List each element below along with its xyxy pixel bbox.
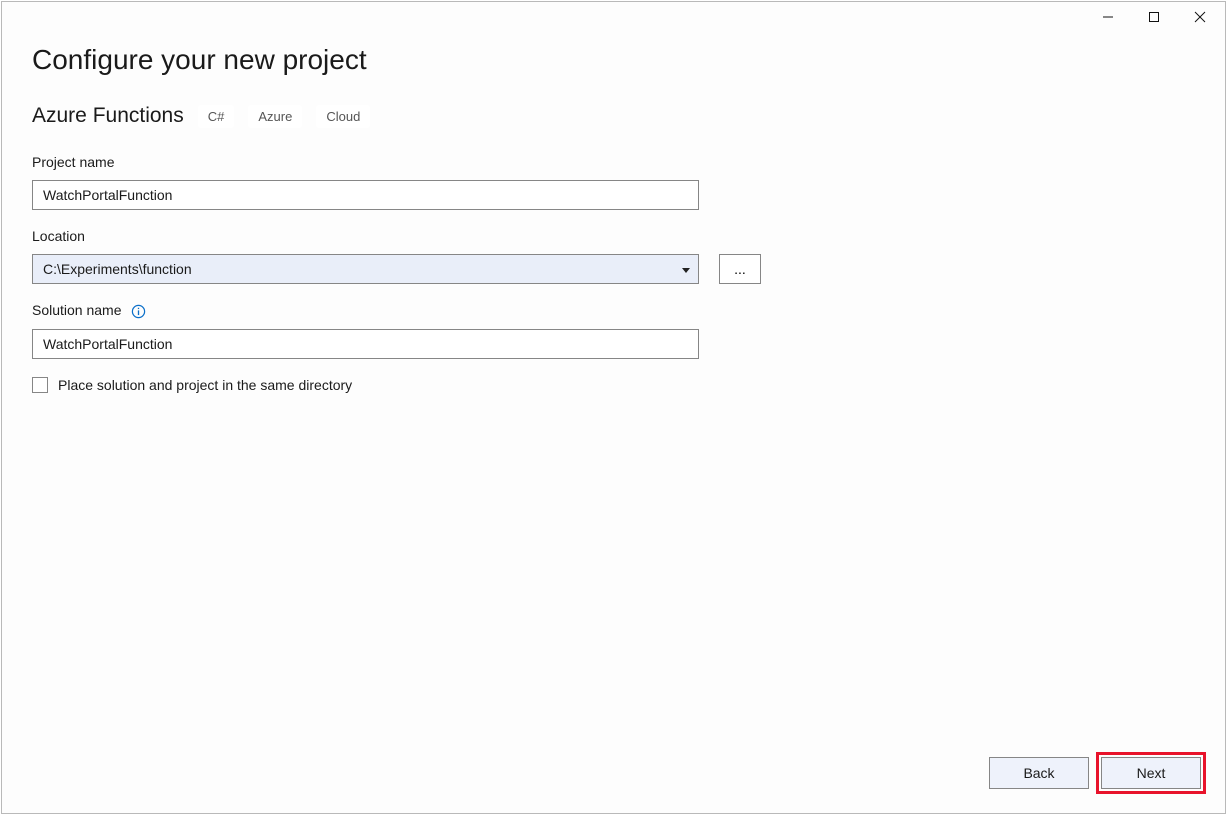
tag-csharp: C# (198, 105, 235, 128)
title-bar (2, 2, 1225, 32)
info-icon[interactable] (131, 304, 146, 319)
page-title: Configure your new project (32, 44, 1195, 76)
back-button[interactable]: Back (989, 757, 1089, 789)
solution-name-label-text: Solution name (32, 302, 122, 318)
tag-azure: Azure (248, 105, 302, 128)
solution-name-row: Solution name (32, 302, 1195, 359)
maximize-icon (1148, 11, 1160, 23)
close-icon (1194, 11, 1206, 23)
template-row: Azure Functions C# Azure Cloud (32, 104, 1195, 128)
solution-name-input[interactable] (32, 329, 699, 359)
location-combobox[interactable]: C:\Experiments\function (32, 254, 699, 284)
minimize-button[interactable] (1085, 3, 1131, 31)
same-directory-checkbox[interactable] (32, 377, 48, 393)
solution-name-label: Solution name (32, 302, 1195, 319)
chevron-down-icon (682, 261, 690, 277)
project-name-row: Project name (32, 154, 1195, 210)
maximize-button[interactable] (1131, 3, 1177, 31)
project-name-input[interactable] (32, 180, 699, 210)
same-directory-label[interactable]: Place solution and project in the same d… (58, 377, 352, 393)
minimize-icon (1102, 11, 1114, 23)
dialog-content: Configure your new project Azure Functio… (2, 32, 1225, 813)
template-name: Azure Functions (32, 104, 184, 128)
tag-cloud: Cloud (316, 105, 370, 128)
dialog-window: Configure your new project Azure Functio… (1, 1, 1226, 814)
project-name-label: Project name (32, 154, 1195, 170)
same-directory-row: Place solution and project in the same d… (32, 377, 1195, 393)
button-row: Back Next (989, 757, 1201, 789)
next-button[interactable]: Next (1101, 757, 1201, 789)
browse-button[interactable]: ... (719, 254, 761, 284)
close-button[interactable] (1177, 3, 1223, 31)
location-label: Location (32, 228, 1195, 244)
location-row: Location C:\Experiments\function ... (32, 228, 1195, 284)
location-value: C:\Experiments\function (43, 261, 192, 277)
